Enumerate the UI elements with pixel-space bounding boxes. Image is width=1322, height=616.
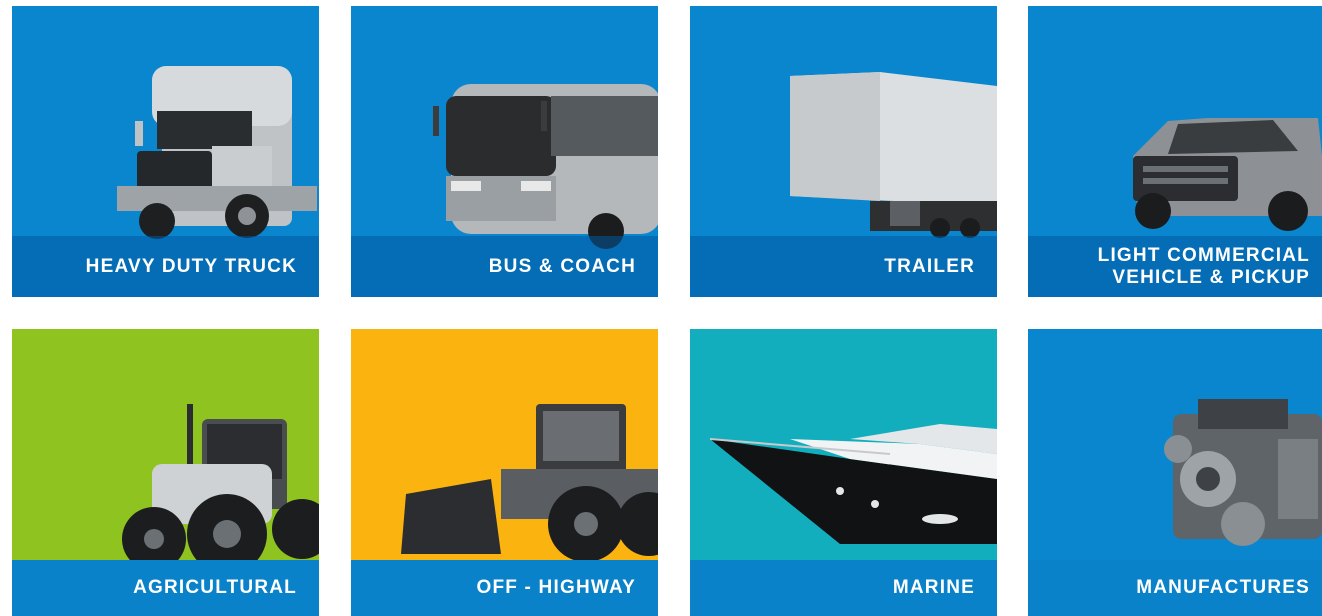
- tile-label-bar: BUS & COACH: [351, 236, 658, 297]
- category-tile-off-highway[interactable]: OFF - HIGHWAY: [351, 329, 658, 616]
- category-tile-marine[interactable]: MARINE: [690, 329, 997, 616]
- tile-label-line1: LIGHT COMMERCIAL: [1097, 244, 1310, 266]
- category-tile-bus-coach[interactable]: BUS & COACH: [351, 6, 658, 297]
- category-tile-light-commercial[interactable]: LIGHT COMMERCIAL VEHICLE & PICKUP: [1028, 6, 1322, 297]
- tile-label-bar: AGRICULTURAL: [12, 560, 319, 616]
- tile-label: HEAVY DUTY TRUCK: [85, 255, 297, 277]
- tile-label: TRAILER: [884, 255, 975, 277]
- tile-label-bar: MANUFACTURES: [1028, 560, 1322, 616]
- category-tile-heavy-duty-truck[interactable]: HEAVY DUTY TRUCK: [12, 6, 319, 297]
- tile-label: BUS & COACH: [488, 255, 636, 277]
- tile-label-bar: MARINE: [690, 560, 997, 616]
- tile-label: LIGHT COMMERCIAL VEHICLE & PICKUP: [1098, 245, 1310, 289]
- tile-label: MARINE: [892, 577, 975, 598]
- tile-label-bar: OFF - HIGHWAY: [351, 560, 658, 616]
- tile-label-line2: VEHICLE & PICKUP: [1112, 266, 1310, 288]
- tile-label: OFF - HIGHWAY: [476, 577, 636, 598]
- tile-label-bar: HEAVY DUTY TRUCK: [12, 236, 319, 297]
- tile-label-bar: TRAILER: [690, 236, 997, 297]
- tile-label-bar: LIGHT COMMERCIAL VEHICLE & PICKUP: [1028, 236, 1322, 297]
- category-tile-manufactures[interactable]: MANUFACTURES: [1028, 329, 1322, 616]
- tile-label: MANUFACTURES: [1136, 577, 1310, 598]
- category-tile-agricultural[interactable]: AGRICULTURAL: [12, 329, 319, 616]
- category-tile-trailer[interactable]: TRAILER: [690, 6, 997, 297]
- tile-label: AGRICULTURAL: [133, 577, 297, 598]
